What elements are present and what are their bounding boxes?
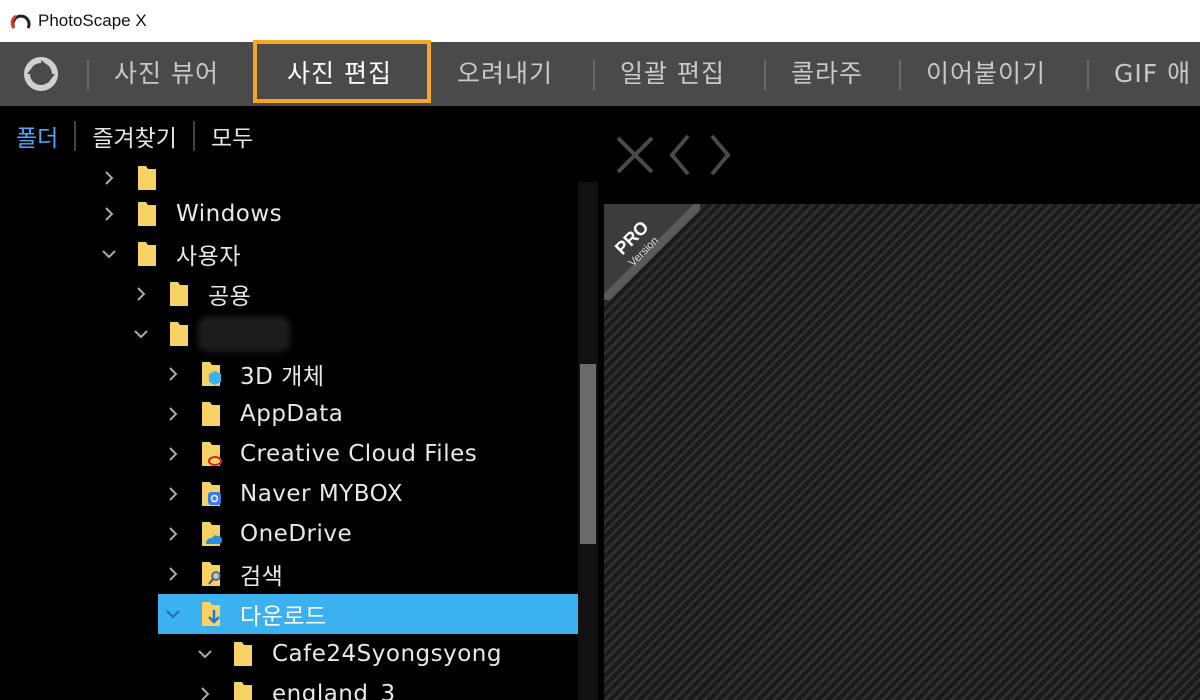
nav-gif-animation[interactable]: GIF 애 [1114, 42, 1191, 106]
tree-row-label: AppData [240, 401, 344, 427]
chevron-right-icon[interactable] [164, 565, 182, 583]
folder-icon [138, 242, 156, 266]
folder-browser-panel: 폴더 즐겨찾기 모두 Windows 사용자 공용 3D 개체 AppData … [0, 106, 598, 700]
tree-row-label: OneDrive [240, 521, 353, 547]
folder-tree[interactable]: Windows 사용자 공용 3D 개체 AppData Creative Cl… [0, 166, 578, 700]
nav-batch-editor[interactable]: 일괄 편집 [620, 42, 725, 106]
tree-row-label: Cafe24Syongsyong [272, 641, 502, 667]
chevron-down-icon[interactable] [196, 645, 214, 663]
tree-row[interactable]: 공용 [0, 274, 578, 314]
browser-subtabs: 폴더 즐겨찾기 모두 [0, 106, 598, 166]
tree-row[interactable]: england_3 [0, 674, 578, 700]
tree-row[interactable]: OneDrive [0, 514, 578, 554]
tree-row-label: Windows [176, 201, 283, 227]
chevron-right-icon[interactable] [196, 685, 214, 700]
tree-row[interactable]: 사용자 [0, 234, 578, 274]
tab-folders[interactable]: 폴더 [0, 119, 74, 153]
chevron-right-icon[interactable] [100, 205, 118, 223]
tree-row[interactable]: Creative Cloud Files [0, 434, 578, 474]
tree-row-label: 다운로드 [240, 604, 327, 630]
tree-row-selected[interactable]: 다운로드 [158, 594, 578, 634]
tree-row-label: england_3 [272, 681, 396, 700]
folder-icon [170, 282, 188, 306]
folder-icon [202, 402, 220, 426]
tab-favorites[interactable]: 즐겨찾기 [76, 119, 193, 153]
folder-icon [234, 682, 252, 700]
tree-row[interactable]: Naver MYBOX [0, 474, 578, 514]
chevron-right-icon[interactable] [100, 169, 118, 187]
chevron-down-icon[interactable] [164, 605, 182, 623]
tree-row[interactable] [0, 314, 578, 354]
chevron-right-icon[interactable] [164, 365, 182, 383]
chevron-right-icon[interactable] [164, 485, 182, 503]
3d-objects-folder-icon [202, 362, 221, 386]
tree-row-label: 검색 [240, 564, 284, 590]
editor-panel: PRO Version [598, 106, 1200, 700]
chevron-left-icon[interactable] [664, 130, 698, 180]
viewer-controls [608, 130, 736, 180]
scrollbar-thumb[interactable] [580, 364, 596, 544]
nav-separator [899, 60, 901, 90]
tree-row-label: 3D 개체 [240, 364, 325, 390]
tree-row-label: 공용 [208, 284, 252, 310]
nav-separator [593, 60, 595, 90]
tree-row-label: 사용자 [176, 244, 241, 270]
folder-icon [138, 202, 156, 226]
tree-row[interactable]: AppData [0, 394, 578, 434]
nav-separator [1087, 60, 1089, 90]
close-icon[interactable] [608, 130, 660, 180]
tree-scrollbar[interactable] [578, 182, 598, 700]
search-folder-icon [202, 562, 221, 586]
nav-combine[interactable]: 이어붙이기 [926, 42, 1046, 106]
nav-collage[interactable]: 콜라주 [791, 42, 863, 106]
tree-row-label: Naver MYBOX [240, 481, 403, 507]
tree-row[interactable]: Cafe24Syongsyong [0, 634, 578, 674]
editor-canvas[interactable]: PRO Version [604, 204, 1200, 700]
downloads-folder-icon [202, 602, 220, 626]
nav-separator [764, 60, 766, 90]
chevron-right-icon[interactable] [164, 525, 182, 543]
pro-version-badge: PRO Version [604, 204, 700, 300]
mybox-folder-icon [202, 482, 221, 506]
user-folder-icon [170, 322, 188, 346]
tree-row[interactable]: Windows [0, 194, 578, 234]
chevron-down-icon[interactable] [132, 325, 150, 343]
photoscape-logo-icon [10, 14, 31, 29]
home-logo-icon[interactable] [20, 53, 62, 95]
chevron-right-icon[interactable] [132, 285, 150, 303]
window-title: PhotoScape X [38, 11, 147, 30]
nav-photo-viewer[interactable]: 사진 뷰어 [114, 42, 219, 106]
blurred-username [198, 316, 290, 352]
chevron-down-icon[interactable] [100, 245, 118, 263]
chevron-right-icon[interactable] [702, 130, 736, 180]
folder-icon [138, 166, 156, 190]
nav-separator [87, 60, 89, 90]
tree-row[interactable]: 3D 개체 [0, 354, 578, 394]
title-bar: PhotoScape X [0, 0, 1200, 42]
nav-cut-out[interactable]: 오려내기 [457, 42, 553, 106]
creative-cloud-folder-icon [202, 442, 222, 466]
tab-all[interactable]: 모두 [195, 119, 269, 153]
chevron-right-icon[interactable] [164, 445, 182, 463]
main-nav: 사진 뷰어 사진 편집 오려내기 일괄 편집 콜라주 이어붙이기 GIF 애 [0, 42, 1200, 106]
folder-icon [234, 642, 252, 666]
nav-photo-editor[interactable]: 사진 편집 [287, 42, 392, 106]
onedrive-folder-icon [202, 522, 222, 546]
chevron-right-icon[interactable] [164, 405, 182, 423]
tree-row-label: Creative Cloud Files [240, 441, 478, 467]
tree-row[interactable]: 검색 [0, 554, 578, 594]
